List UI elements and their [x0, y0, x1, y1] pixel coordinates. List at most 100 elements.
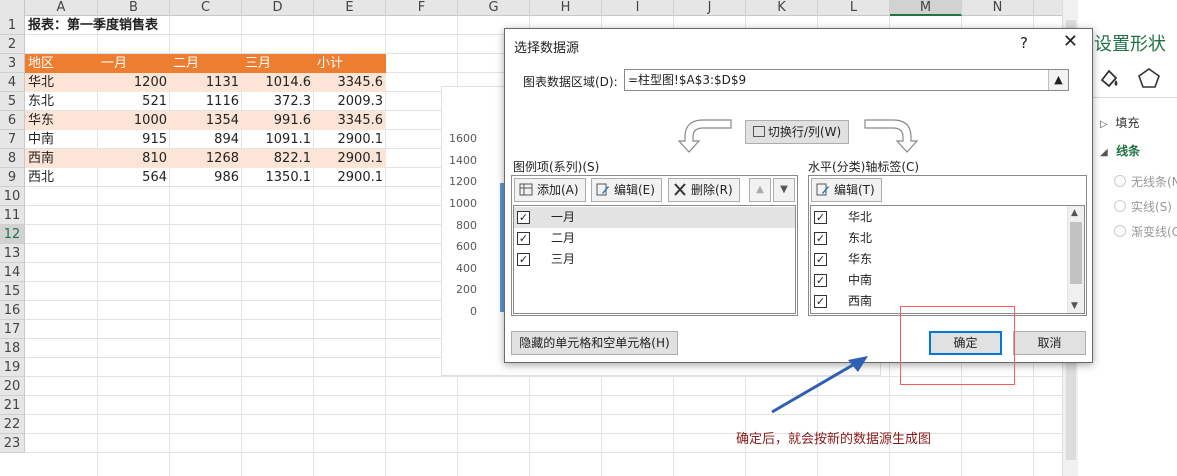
- table-header-cell[interactable]: 二月: [170, 54, 242, 73]
- column-header-F[interactable]: F: [386, 0, 458, 16]
- edit-series-button[interactable]: 编辑(E): [591, 178, 662, 202]
- collapse-range-icon[interactable]: ▲: [1048, 70, 1068, 90]
- table-cell[interactable]: 894: [170, 130, 242, 149]
- row-header-2[interactable]: 2: [0, 35, 25, 54]
- row-header-11[interactable]: 11: [0, 206, 25, 225]
- remove-series-button[interactable]: 删除(R): [668, 178, 740, 202]
- checkbox-checked-icon[interactable]: ✓: [814, 274, 827, 287]
- checkbox-checked-icon[interactable]: ✓: [814, 253, 827, 266]
- sheet-title[interactable]: 报表：第一季度销售表: [25, 16, 158, 35]
- line-section[interactable]: ◢ 线条: [1100, 142, 1140, 159]
- column-header-E[interactable]: E: [314, 0, 386, 16]
- checkbox-checked-icon[interactable]: ✓: [517, 211, 530, 224]
- column-header-C[interactable]: C: [170, 0, 242, 16]
- move-up-icon[interactable]: ▲: [749, 178, 771, 202]
- column-header-B[interactable]: B: [98, 0, 170, 16]
- column-header-I[interactable]: I: [602, 0, 674, 16]
- column-header-G[interactable]: G: [458, 0, 530, 16]
- table-cell[interactable]: 3345.6: [314, 111, 386, 130]
- row-header-20[interactable]: 20: [0, 377, 25, 396]
- checkbox-checked-icon[interactable]: ✓: [814, 211, 827, 224]
- row-header-18[interactable]: 18: [0, 339, 25, 358]
- table-cell[interactable]: 1354: [170, 111, 242, 130]
- switch-row-column-button[interactable]: 切换行/列(W): [745, 120, 849, 144]
- category-scroll-thumb[interactable]: [1070, 222, 1082, 284]
- table-cell[interactable]: 3345.6: [314, 73, 386, 92]
- table-header-cell[interactable]: 三月: [242, 54, 314, 73]
- row-header-16[interactable]: 16: [0, 301, 25, 320]
- checkbox-checked-icon[interactable]: ✓: [517, 232, 530, 245]
- table-cell[interactable]: 1131: [170, 73, 242, 92]
- scroll-up-icon[interactable]: ▲: [1071, 208, 1078, 218]
- table-cell[interactable]: 1350.1: [242, 168, 314, 187]
- table-cell[interactable]: 1091.1: [242, 130, 314, 149]
- effects-pentagon-icon[interactable]: [1136, 66, 1162, 90]
- row-header-19[interactable]: 19: [0, 358, 25, 377]
- row-header-13[interactable]: 13: [0, 244, 25, 263]
- table-cell[interactable]: 1200: [98, 73, 170, 92]
- scroll-down-icon[interactable]: ▼: [1071, 301, 1078, 311]
- column-header-D[interactable]: D: [242, 0, 314, 16]
- category-item[interactable]: ✓ 华北: [811, 207, 1067, 228]
- table-cell[interactable]: 1116: [170, 92, 242, 111]
- help-button[interactable]: ?: [1020, 34, 1028, 52]
- table-cell[interactable]: 810: [98, 149, 170, 168]
- fill-section[interactable]: ▷ 填充: [1100, 114, 1139, 131]
- checkbox-checked-icon[interactable]: ✓: [814, 295, 827, 308]
- category-list[interactable]: ✓ 华北 ✓ 东北 ✓ 华东 ✓ 中南 ✓ 西南 ▲ ▼: [810, 205, 1085, 314]
- table-header-cell[interactable]: 一月: [98, 54, 170, 73]
- table-cell[interactable]: 1014.6: [242, 73, 314, 92]
- move-down-icon[interactable]: ▼: [773, 178, 795, 202]
- column-header-H[interactable]: H: [530, 0, 602, 16]
- category-item[interactable]: ✓ 中南: [811, 270, 1067, 291]
- table-cell[interactable]: 372.3: [242, 92, 314, 111]
- row-header-7[interactable]: 7: [0, 130, 25, 149]
- add-series-button[interactable]: 添加(A): [514, 178, 586, 202]
- table-cell[interactable]: 西南: [25, 149, 98, 168]
- row-header-6[interactable]: 6: [0, 111, 25, 130]
- column-header-M[interactable]: M: [890, 0, 962, 16]
- table-cell[interactable]: 2009.3: [314, 92, 386, 111]
- table-header-cell[interactable]: 小计: [314, 54, 386, 73]
- table-cell[interactable]: 2900.1: [314, 149, 386, 168]
- series-item[interactable]: ✓ 二月: [514, 228, 795, 249]
- table-cell[interactable]: 2900.1: [314, 130, 386, 149]
- table-cell[interactable]: 中南: [25, 130, 98, 149]
- category-item[interactable]: ✓ 东北: [811, 228, 1067, 249]
- column-header-A[interactable]: A: [25, 0, 98, 16]
- radio-no-line[interactable]: [1114, 175, 1126, 187]
- column-header-J[interactable]: J: [674, 0, 746, 16]
- fill-line-icon[interactable]: [1096, 66, 1122, 90]
- row-header-8[interactable]: 8: [0, 149, 25, 168]
- row-header-14[interactable]: 14: [0, 263, 25, 282]
- table-header-cell[interactable]: 地区: [25, 54, 98, 73]
- table-cell[interactable]: 1000: [98, 111, 170, 130]
- series-list[interactable]: ✓ 一月 ✓ 二月 ✓ 三月: [513, 205, 796, 314]
- table-cell[interactable]: 915: [98, 130, 170, 149]
- row-header-15[interactable]: 15: [0, 282, 25, 301]
- row-header-4[interactable]: 4: [0, 73, 25, 92]
- row-header-23[interactable]: 23: [0, 434, 25, 453]
- table-cell[interactable]: 564: [98, 168, 170, 187]
- column-header-N[interactable]: N: [962, 0, 1034, 16]
- checkbox-checked-icon[interactable]: ✓: [517, 253, 530, 266]
- table-cell[interactable]: 986: [170, 168, 242, 187]
- close-button[interactable]: ✕: [1063, 31, 1078, 52]
- series-item[interactable]: ✓ 三月: [514, 249, 795, 270]
- row-header-9[interactable]: 9: [0, 168, 25, 187]
- table-cell[interactable]: 西北: [25, 168, 98, 187]
- column-header-L[interactable]: L: [818, 0, 890, 16]
- table-cell[interactable]: 822.1: [242, 149, 314, 168]
- column-header-K[interactable]: K: [746, 0, 818, 16]
- table-cell[interactable]: 东北: [25, 92, 98, 111]
- table-cell[interactable]: 521: [98, 92, 170, 111]
- cancel-button[interactable]: 取消: [1013, 331, 1086, 355]
- table-cell[interactable]: 991.6: [242, 111, 314, 130]
- row-header-10[interactable]: 10: [0, 187, 25, 206]
- row-header-12[interactable]: 12: [0, 225, 25, 244]
- table-cell[interactable]: 2900.1: [314, 168, 386, 187]
- table-cell[interactable]: 华北: [25, 73, 98, 92]
- row-header-21[interactable]: 21: [0, 396, 25, 415]
- row-header-3[interactable]: 3: [0, 54, 25, 73]
- category-list-scrollbar[interactable]: ▲ ▼: [1067, 206, 1084, 313]
